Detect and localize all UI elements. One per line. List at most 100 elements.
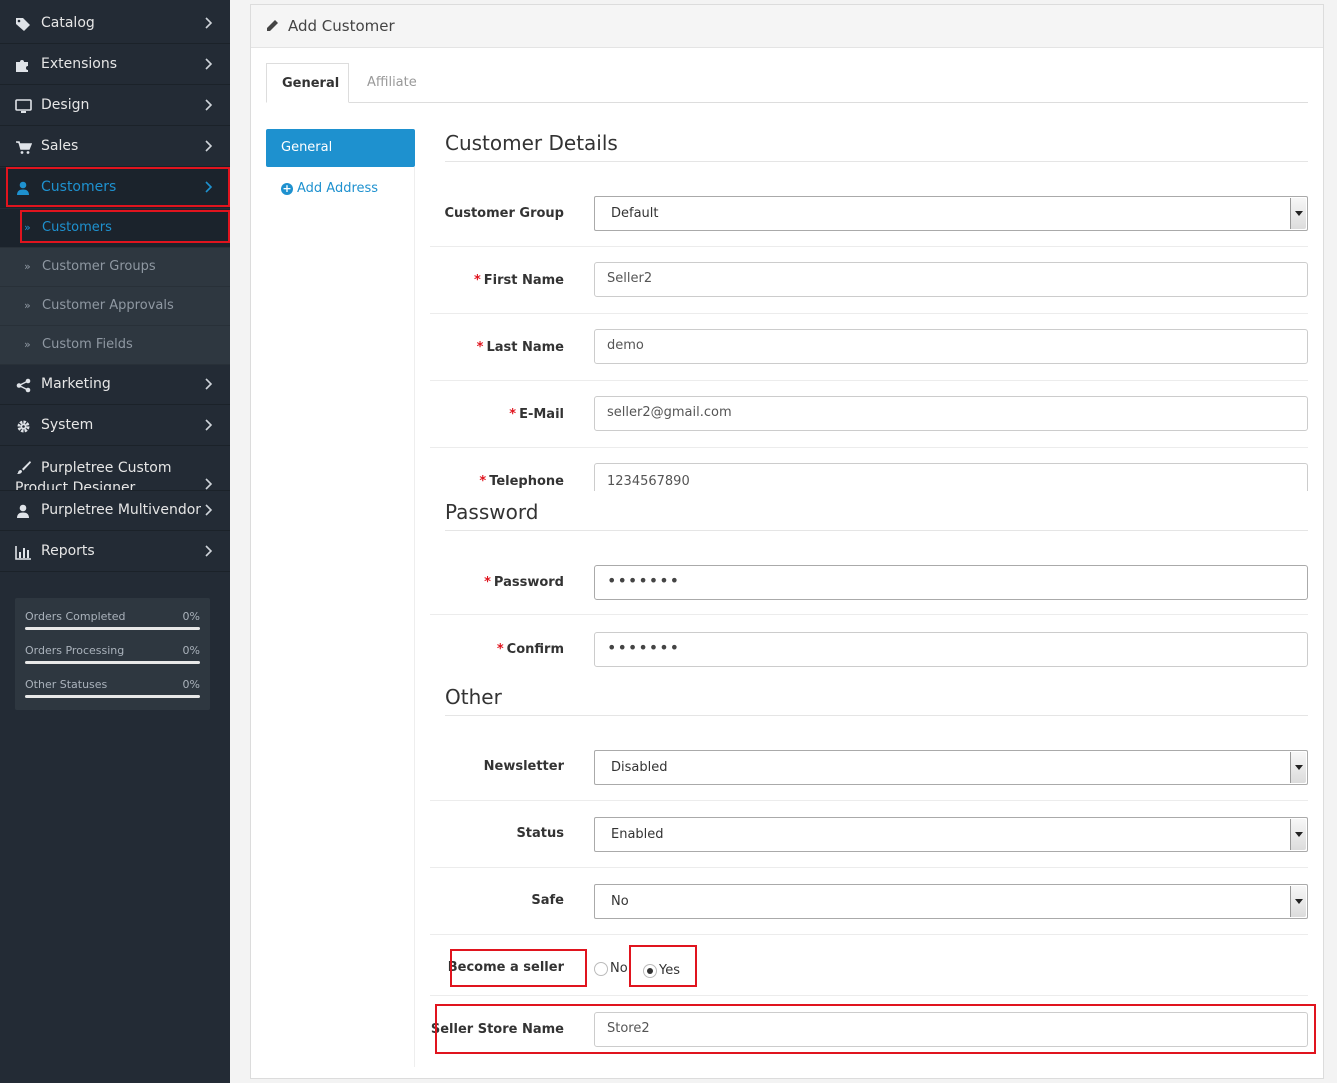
label-text: E-Mail <box>519 407 564 422</box>
gear-icon <box>14 418 32 434</box>
row-divider <box>430 995 1308 996</box>
tab-general[interactable]: General <box>266 63 349 103</box>
sidebar-item-reports[interactable]: Reports <box>0 532 230 572</box>
sidebar-item-label: Purpletree Multivendor <box>41 502 202 518</box>
label-text: Password <box>493 575 564 590</box>
sidebar-item-multivendor[interactable]: Purpletree Multivendor <box>0 491 230 531</box>
dropdown-arrow-icon <box>1290 819 1306 850</box>
radio-label: Yes <box>659 963 680 978</box>
become-seller-radio-yes[interactable]: Yes <box>643 963 680 978</box>
telephone-input[interactable]: 1234567890 <box>594 463 1308 491</box>
radio-label: No <box>610 961 628 976</box>
monitor-icon <box>14 98 32 114</box>
stat-value: 0% <box>182 610 200 623</box>
chevron-right-icon <box>205 99 213 111</box>
row-divider <box>430 934 1308 935</box>
status-select[interactable]: Enabled <box>594 817 1308 852</box>
tab-affiliate[interactable]: Affiliate <box>352 63 432 103</box>
stat-other-statuses: Other Statuses 0% <box>25 672 200 702</box>
sidebar-subitem-customer-groups[interactable]: » Customer Groups <box>0 248 230 287</box>
share-icon <box>14 377 32 393</box>
become-seller-radio-no[interactable]: No <box>594 961 628 976</box>
last-name-input[interactable]: demo <box>594 329 1308 364</box>
label-text: Confirm <box>506 642 564 657</box>
customer-group-label: Customer Group <box>444 206 564 221</box>
sidebar-subitem-custom-fields[interactable]: » Custom Fields <box>0 326 230 365</box>
row-divider <box>430 380 1308 381</box>
password-input[interactable]: ••••••• <box>594 565 1308 600</box>
radio-circle <box>594 961 608 976</box>
newsletter-label: Newsletter <box>483 759 564 774</box>
sidebar-item-label: Purpletree Custom Product Designer <box>15 460 172 491</box>
safe-select[interactable]: No <box>594 884 1308 919</box>
store-name-label: Seller Store Name <box>430 1022 564 1037</box>
password-label: * Password <box>424 575 564 590</box>
telephone-label: * Telephone <box>424 474 564 489</box>
select-value: Disabled <box>611 760 668 775</box>
radio-circle-selected <box>643 963 657 978</box>
confirm-input[interactable]: ••••••• <box>594 632 1308 667</box>
last-name-label: * Last Name <box>424 340 564 355</box>
chevron-right-icon <box>205 504 213 516</box>
sidebar-item-label: Marketing <box>41 376 111 392</box>
sidebar-subitem-customer-approvals[interactable]: » Customer Approvals <box>0 287 230 326</box>
sidebar-item-system[interactable]: System <box>0 406 230 446</box>
section-other: Other <box>445 685 502 709</box>
chevron-right-icon <box>205 58 213 70</box>
select-value: No <box>611 894 629 909</box>
section-divider <box>445 161 1308 162</box>
sidebar-subitem-customers[interactable]: » Customers <box>0 209 230 248</box>
store-name-input[interactable]: Store2 <box>594 1012 1308 1047</box>
dropdown-arrow-icon <box>1290 752 1306 783</box>
stat-label: Orders Completed <box>25 610 126 623</box>
sidebar-item-label: Extensions <box>41 56 118 72</box>
sidebar-subitem-label: Custom Fields <box>42 337 133 352</box>
required-marker: * <box>484 575 491 590</box>
sidebar-item-sales[interactable]: Sales <box>0 127 230 167</box>
label-text: First Name <box>483 273 564 288</box>
sidebar-item-marketing[interactable]: Marketing <box>0 365 230 405</box>
sidebar-item-extensions[interactable]: Extensions <box>0 45 230 85</box>
chevron-right-icon <box>205 478 213 490</box>
stat-orders-completed: Orders Completed 0% <box>25 604 200 634</box>
row-divider <box>430 800 1308 801</box>
label-text: Last Name <box>486 340 564 355</box>
stat-value: 0% <box>182 678 200 691</box>
sidebar: Catalog Extensions Design Sales Customer… <box>0 0 230 1083</box>
order-stats-panel: Orders Completed 0% Orders Processing 0%… <box>15 598 210 710</box>
first-name-input[interactable]: Seller2 <box>594 262 1308 297</box>
sidebar-item-design[interactable]: Design <box>0 86 230 126</box>
chevron-right-icon <box>205 419 213 431</box>
chevron-right-icon <box>205 140 213 152</box>
chevron-right-icon <box>205 378 213 390</box>
progress-bar <box>25 627 200 630</box>
become-seller-label: Become a seller <box>447 960 564 975</box>
double-chevron-icon: » <box>24 260 31 273</box>
user-icon <box>14 503 32 519</box>
puzzle-icon <box>14 57 32 73</box>
vertical-nav <box>266 167 415 1067</box>
panel-header: Add Customer <box>251 5 1323 48</box>
stat-orders-processing: Orders Processing 0% <box>25 638 200 668</box>
progress-bar <box>25 695 200 698</box>
sidebar-item-label: System <box>41 417 94 433</box>
required-marker: * <box>473 273 481 288</box>
sidebar-item-custom-product-designer[interactable]: Purpletree Custom Product Designer <box>0 447 230 491</box>
section-customer-details: Customer Details <box>445 131 618 155</box>
newsletter-select[interactable]: Disabled <box>594 750 1308 785</box>
sidebar-item-catalog[interactable]: Catalog <box>0 4 230 44</box>
required-marker: * <box>509 407 517 422</box>
dropdown-arrow-icon <box>1290 886 1306 917</box>
email-input[interactable]: seller2@gmail.com <box>594 396 1308 431</box>
double-chevron-icon: » <box>24 221 31 234</box>
safe-label: Safe <box>531 893 564 908</box>
stat-value: 0% <box>182 644 200 657</box>
row-divider <box>430 313 1308 314</box>
sidebar-item-customers[interactable]: Customers <box>0 168 230 208</box>
plus-circle-icon: + <box>281 181 293 195</box>
add-address-link[interactable]: + Add Address <box>281 181 378 196</box>
row-divider <box>430 447 1308 448</box>
status-label: Status <box>516 826 564 841</box>
customer-group-select[interactable]: Default <box>594 196 1308 231</box>
vnav-general[interactable]: General <box>266 129 415 167</box>
